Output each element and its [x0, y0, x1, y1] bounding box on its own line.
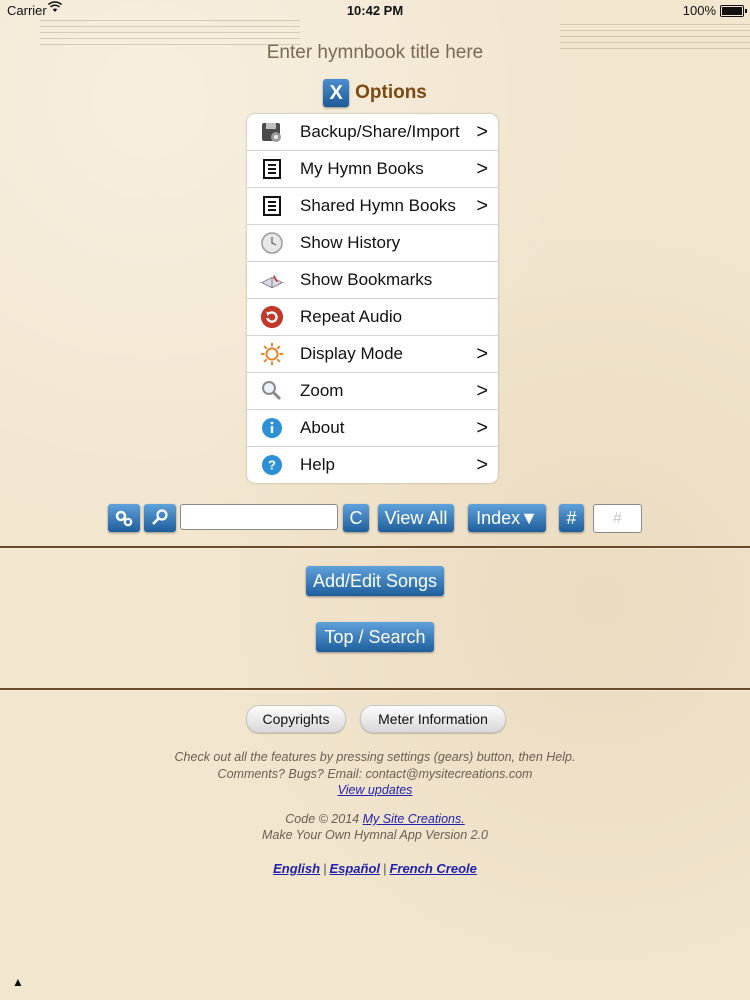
options-menu: Backup/Share/Import > My Hymn Books > Sh… — [247, 114, 498, 483]
help-icon: ? — [260, 453, 284, 477]
divider — [0, 688, 750, 690]
add-edit-songs-button[interactable]: Add/Edit Songs — [306, 566, 444, 596]
repeat-icon — [260, 305, 284, 329]
menu-item-show-history[interactable]: Show History — [247, 225, 498, 262]
menu-item-my-hymn-books[interactable]: My Hymn Books > — [247, 151, 498, 188]
backup-disk-icon — [260, 120, 284, 144]
menu-item-label: My Hymn Books — [300, 159, 424, 178]
menu-item-label: Repeat Audio — [300, 307, 403, 326]
search-icon — [149, 509, 171, 533]
version-text: Make Your Own Hymnal App Version 2.0 — [261, 828, 489, 842]
close-options-button[interactable]: X — [323, 79, 350, 107]
hymnbook-title-field[interactable]: Enter hymnbook title here — [0, 42, 750, 64]
code-copyright-text: Code © 2014 — [285, 812, 363, 826]
language-espanol-link[interactable]: Español — [329, 861, 380, 876]
menu-item-label: Show History — [300, 233, 401, 252]
menu-item-show-bookmarks[interactable]: Show Bookmarks — [247, 262, 498, 299]
menu-item-label: Display Mode — [300, 344, 403, 363]
top-search-button[interactable]: Top / Search — [316, 622, 434, 652]
hymn-number-input[interactable] — [593, 504, 642, 533]
options-title: Options — [355, 82, 427, 103]
menu-item-display-mode[interactable]: Display Mode > — [247, 336, 498, 373]
menu-item-label: Zoom — [300, 381, 344, 400]
copyright-line: Code © 2014 My Site Creations. — [0, 812, 750, 826]
settings-gears-button[interactable] — [108, 504, 140, 532]
menu-item-label: About — [300, 418, 345, 437]
divider — [0, 546, 750, 548]
options-header: X Options — [0, 79, 750, 107]
chevron-right-icon: > — [476, 380, 488, 402]
chevron-right-icon: > — [476, 195, 488, 217]
view-updates-link[interactable]: View updates — [338, 783, 413, 797]
scroll-up-arrow-icon[interactable]: ▲ — [12, 975, 24, 989]
language-english-link[interactable]: English — [273, 861, 320, 876]
document-list-icon — [260, 157, 284, 181]
menu-item-label: Help — [300, 455, 335, 474]
chevron-right-icon: > — [476, 158, 488, 180]
document-list-icon — [260, 194, 284, 218]
search-input[interactable] — [180, 504, 338, 530]
view-updates-row: View updates — [0, 783, 750, 797]
menu-item-about[interactable]: About > — [247, 410, 498, 447]
menu-item-zoom[interactable]: Zoom > — [247, 373, 498, 410]
search-button[interactable] — [144, 504, 176, 532]
company-link[interactable]: My Site Creations. — [363, 812, 465, 826]
clear-button[interactable]: C — [343, 504, 369, 532]
meter-information-button[interactable]: Meter Information — [360, 705, 506, 733]
menu-item-label: Backup/Share/Import — [300, 122, 460, 141]
language-french-creole-link[interactable]: French Creole — [389, 861, 476, 876]
sun-icon — [260, 342, 284, 366]
menu-item-repeat-audio[interactable]: Repeat Audio — [247, 299, 498, 336]
info-help-text: Check out all the features by pressing s… — [174, 750, 576, 764]
search-toolbar: C View All Index▼ # — [0, 501, 750, 535]
index-dropdown-button[interactable]: Index▼ — [468, 504, 546, 532]
menu-item-shared-hymn-books[interactable]: Shared Hymn Books > — [247, 188, 498, 225]
view-all-button[interactable]: View All — [378, 504, 454, 532]
info-contact-text: Comments? Bugs? Email: contact@mysitecre… — [217, 767, 533, 781]
svg-text:?: ? — [268, 458, 276, 473]
magnifier-icon — [260, 379, 284, 403]
menu-item-label: Show Bookmarks — [300, 270, 433, 289]
chevron-right-icon: > — [476, 417, 488, 439]
chevron-right-icon: > — [476, 454, 488, 476]
chevron-right-icon: > — [476, 343, 488, 365]
open-book-icon — [260, 268, 284, 292]
menu-item-backup[interactable]: Backup/Share/Import > — [247, 114, 498, 151]
chevron-right-icon: > — [476, 121, 488, 143]
info-icon — [260, 416, 284, 440]
menu-item-help[interactable]: ? Help > — [247, 447, 498, 483]
gears-icon — [113, 510, 135, 533]
menu-item-label: Shared Hymn Books — [300, 196, 456, 215]
copyrights-button[interactable]: Copyrights — [246, 705, 346, 733]
language-links: English | Español | French Creole — [273, 861, 477, 876]
clock-icon — [260, 231, 284, 255]
hash-button[interactable]: # — [559, 504, 584, 532]
